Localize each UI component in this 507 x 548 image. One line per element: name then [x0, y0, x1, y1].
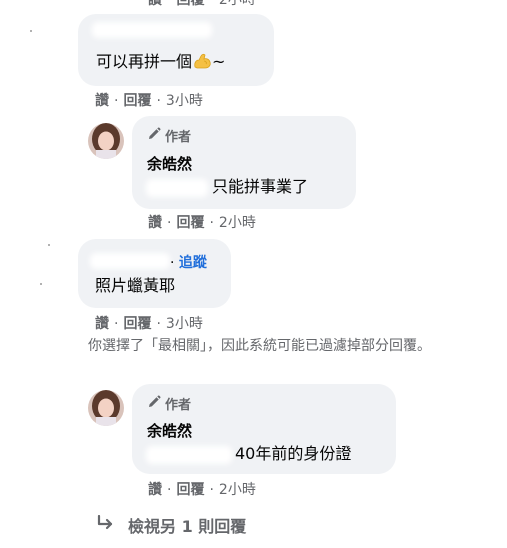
separator-dot: · — [114, 93, 119, 109]
comment-text: 可以再拼一個 ~ — [96, 52, 226, 71]
reply-arrow-icon — [96, 514, 116, 535]
reply-button[interactable]: 回覆 — [176, 0, 204, 9]
comment-time[interactable]: 3小時 — [166, 315, 203, 333]
follow-link[interactable]: 追蹤 — [179, 255, 207, 271]
comment-bubble: · 追蹤 照片蠟黃耶 — [78, 239, 231, 308]
redacted-commenter-name — [90, 253, 170, 269]
author-badge: 作者 — [147, 126, 191, 145]
like-button[interactable]: 讚 — [148, 0, 162, 9]
comment-text: 40年前的身份證 — [235, 444, 352, 463]
separator-dot: · — [167, 215, 172, 231]
comment-thread: 讚 · 回覆 · 2小時 可以再拼一個 ~ 讚 · 回覆 · 3小時 作者 余皓… — [0, 0, 507, 548]
reply-actions: 讚 · 回覆 · 2小時 — [148, 214, 256, 232]
redacted-text — [146, 446, 232, 464]
like-button[interactable]: 讚 — [95, 315, 109, 333]
redacted-text — [146, 179, 208, 197]
like-button[interactable]: 讚 — [148, 481, 162, 499]
separator-dot: · — [167, 482, 172, 498]
comment-bubble: 可以再拼一個 ~ — [78, 14, 274, 86]
redacted-commenter-name — [92, 22, 212, 38]
reply-bubble: 作者 余皓然 40年前的身份證 — [132, 384, 396, 474]
reply-actions: 讚 · 回覆 · 2小時 — [148, 481, 256, 499]
decorative-dot — [30, 30, 32, 32]
separator-dot: · — [156, 93, 161, 109]
like-button[interactable]: 讚 — [148, 214, 162, 232]
pencil-icon — [147, 127, 161, 145]
comment-time[interactable]: 3小時 — [166, 92, 203, 110]
reply-button[interactable]: 回覆 — [176, 481, 204, 499]
comment-text: 照片蠟黃耶 — [95, 276, 176, 295]
commenter-name[interactable]: 余皓然 — [147, 154, 192, 174]
author-badge: 作者 — [147, 394, 191, 413]
comment-text: 只能拼事業了 — [212, 177, 309, 196]
commenter-header: · 追蹤 — [170, 253, 207, 273]
separator-dot: · — [156, 316, 161, 332]
commenter-name[interactable]: 余皓然 — [147, 421, 192, 441]
reply-button[interactable]: 回覆 — [123, 92, 151, 110]
decorative-dot — [40, 283, 42, 285]
author-badge-label: 作者 — [165, 398, 192, 413]
top-comment-actions: 讚 · 回覆 · 2小時 — [148, 0, 256, 9]
separator-dot: · — [209, 0, 214, 8]
separator-dot: · — [167, 0, 172, 8]
decorative-dot — [48, 244, 50, 246]
view-more-replies-button[interactable]: 檢視另 1 則回覆 — [96, 513, 246, 537]
reply-button[interactable]: 回覆 — [123, 315, 151, 333]
author-avatar[interactable] — [88, 390, 124, 426]
pencil-icon — [147, 395, 161, 413]
like-button[interactable]: 讚 — [95, 92, 109, 110]
separator-dot: · — [209, 482, 214, 498]
reply-button[interactable]: 回覆 — [176, 214, 204, 232]
view-more-label: 檢視另 1 則回覆 — [128, 517, 247, 536]
separator-dot: · — [170, 255, 175, 271]
author-avatar[interactable] — [88, 123, 124, 159]
reply-bubble: 作者 余皓然 只能拼事業了 — [132, 116, 356, 209]
comment-time[interactable]: 2小時 — [219, 214, 256, 232]
separator-dot: · — [209, 215, 214, 231]
comment-time[interactable]: 2小時 — [219, 0, 256, 9]
comment-time[interactable]: 2小時 — [219, 481, 256, 499]
separator-dot: · — [114, 316, 119, 332]
flexed-biceps-icon — [192, 52, 212, 71]
author-badge-label: 作者 — [165, 130, 192, 145]
filter-notice: 你選擇了「最相關」，因此系統可能已過濾掉部分回覆。 — [88, 338, 431, 354]
comment-actions: 讚 · 回覆 · 3小時 — [95, 92, 203, 110]
comment-actions: 讚 · 回覆 · 3小時 — [95, 315, 203, 333]
